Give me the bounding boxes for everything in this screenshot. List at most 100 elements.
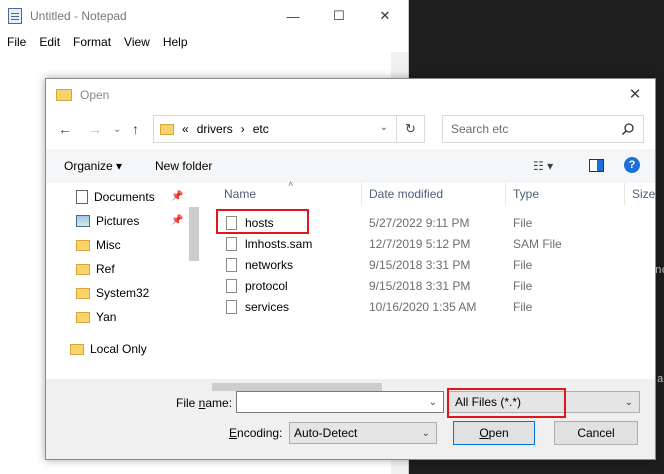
navigation-pane: Documents 📌 Pictures 📌 Misc Ref System32… <box>46 183 204 383</box>
file-date: 10/16/2020 1:35 AM <box>369 300 477 314</box>
close-button[interactable]: ✕ <box>362 0 408 32</box>
file-date: 9/15/2018 3:31 PM <box>369 258 471 272</box>
dialog-titlebar: Open ✕ <box>46 79 655 110</box>
folder-icon <box>76 287 90 299</box>
back-arrow-icon[interactable]: ← <box>58 121 72 137</box>
table-row[interactable]: lmhosts.sam 12/7/2019 5:12 PM SAM File <box>208 234 655 255</box>
dialog-title: Open <box>80 87 110 102</box>
scrollbar-thumb[interactable] <box>212 383 382 391</box>
nav-item-yan[interactable]: Yan <box>76 307 116 327</box>
notepad-icon <box>8 8 22 24</box>
file-type: File <box>513 258 533 272</box>
file-name: protocol <box>245 279 288 293</box>
help-icon[interactable]: ? <box>624 157 640 173</box>
search-icon <box>621 123 634 136</box>
column-divider[interactable] <box>361 183 362 205</box>
refresh-button[interactable]: ↻ <box>397 115 425 143</box>
nav-item-label: Pictures <box>96 214 140 228</box>
file-name-input[interactable]: ⌄ <box>236 391 444 413</box>
open-dialog: Open ✕ ← → ⌄ ↑ « drivers › etc ⌄ ↻ Searc… <box>45 78 656 460</box>
table-row[interactable]: services 10/16/2020 1:35 AM File <box>208 297 655 318</box>
chevron-down-icon[interactable]: ⌄ <box>429 397 437 408</box>
nav-item-system32[interactable]: System32 <box>76 283 149 303</box>
file-icon <box>226 258 237 272</box>
nav-item-label: System32 <box>96 286 150 300</box>
file-name-label: File name: <box>176 396 232 410</box>
file-icon <box>226 279 237 293</box>
menu-file[interactable]: File <box>7 35 26 49</box>
encoding-label: Encoding: <box>229 426 282 440</box>
address-chevrons[interactable]: « <box>182 122 189 136</box>
search-input[interactable]: Search etc <box>442 115 644 143</box>
change-view-button[interactable]: ☷ ▾ <box>533 159 553 173</box>
nav-item-label: Yan <box>96 310 117 324</box>
sort-arrow-icon: ˄ <box>288 179 294 189</box>
breadcrumb-separator[interactable]: › <box>241 122 245 136</box>
menu-edit[interactable]: Edit <box>39 35 60 49</box>
up-arrow-icon[interactable]: ↑ <box>132 121 139 137</box>
notepad-titlebar: Untitled - Notepad — ☐ ✕ <box>0 0 408 32</box>
table-row[interactable]: networks 9/15/2018 3:31 PM File <box>208 255 655 276</box>
background-text: nc <box>655 265 664 277</box>
file-icon <box>226 237 237 251</box>
chevron-down-icon[interactable]: ⌄ <box>625 397 633 408</box>
file-type: File <box>513 279 533 293</box>
breadcrumb-etc[interactable]: etc <box>253 122 269 136</box>
chevron-down-icon[interactable]: ⌄ <box>380 122 388 133</box>
nav-item-misc[interactable]: Misc <box>76 235 121 255</box>
notepad-menubar: File Edit Format View Help <box>0 32 408 52</box>
command-toolbar: Organize ▾ New folder ☷ ▾ ? <box>46 149 655 183</box>
preview-pane-icon[interactable] <box>589 159 604 172</box>
button-label: pen <box>488 426 509 440</box>
search-placeholder: Search etc <box>451 122 509 136</box>
folder-icon <box>76 311 90 323</box>
column-divider[interactable] <box>505 183 506 205</box>
column-header-type[interactable]: Type <box>513 179 539 209</box>
folder-icon <box>70 343 84 355</box>
menu-format[interactable]: Format <box>73 35 111 49</box>
column-divider[interactable] <box>624 183 625 205</box>
recent-locations-icon[interactable]: ⌄ <box>113 124 121 135</box>
folder-icon <box>76 239 90 251</box>
scrollbar-thumb[interactable] <box>189 207 199 261</box>
nav-item-label: Misc <box>96 238 121 252</box>
encoding-select[interactable]: Auto-Detect ⌄ <box>289 422 437 444</box>
menu-view[interactable]: View <box>124 35 150 49</box>
label-text: ncoding: <box>237 426 283 440</box>
file-date: 5/27/2022 9:11 PM <box>369 216 470 230</box>
column-header-name[interactable]: Name <box>224 179 256 209</box>
open-button[interactable]: Open <box>453 421 535 445</box>
folder-icon <box>76 263 90 275</box>
new-folder-button[interactable]: New folder <box>155 159 212 173</box>
nav-item-pictures[interactable]: Pictures <box>76 211 139 231</box>
breadcrumb-drivers[interactable]: drivers <box>197 122 233 136</box>
nav-item-local-only[interactable]: Local Only <box>70 339 147 359</box>
nav-item-documents[interactable]: Documents <box>76 187 155 207</box>
pin-icon[interactable]: 📌 <box>171 191 183 202</box>
forward-arrow-icon[interactable]: → <box>88 121 102 137</box>
encoding-value: Auto-Detect <box>294 426 358 440</box>
nav-item-ref[interactable]: Ref <box>76 259 115 279</box>
menu-help[interactable]: Help <box>163 35 188 49</box>
folder-icon <box>160 123 174 135</box>
navigation-pane-scrollbar[interactable] <box>187 183 201 379</box>
file-icon <box>226 300 237 314</box>
address-bar[interactable]: « drivers › etc ⌄ <box>153 115 397 143</box>
organize-button[interactable]: Organize ▾ <box>64 159 122 173</box>
chevron-down-icon[interactable]: ⌄ <box>422 428 430 439</box>
file-name: networks <box>245 258 294 272</box>
minimize-button[interactable]: — <box>270 0 316 32</box>
dialog-close-button[interactable]: ✕ <box>621 83 649 105</box>
table-row[interactable]: protocol 9/15/2018 3:31 PM File <box>208 276 655 297</box>
nav-item-label: Local Only <box>90 342 147 356</box>
document-icon <box>76 190 88 204</box>
column-header-size[interactable]: Size <box>632 179 655 209</box>
column-header-date[interactable]: Date modified <box>369 179 443 209</box>
file-type: File <box>513 300 533 314</box>
cancel-button[interactable]: Cancel <box>554 421 638 445</box>
notepad-title: Untitled - Notepad <box>30 9 127 23</box>
maximize-button[interactable]: ☐ <box>316 0 362 32</box>
nav-item-label: Ref <box>96 262 115 276</box>
folder-icon <box>56 88 72 101</box>
pin-icon[interactable]: 📌 <box>171 215 183 226</box>
